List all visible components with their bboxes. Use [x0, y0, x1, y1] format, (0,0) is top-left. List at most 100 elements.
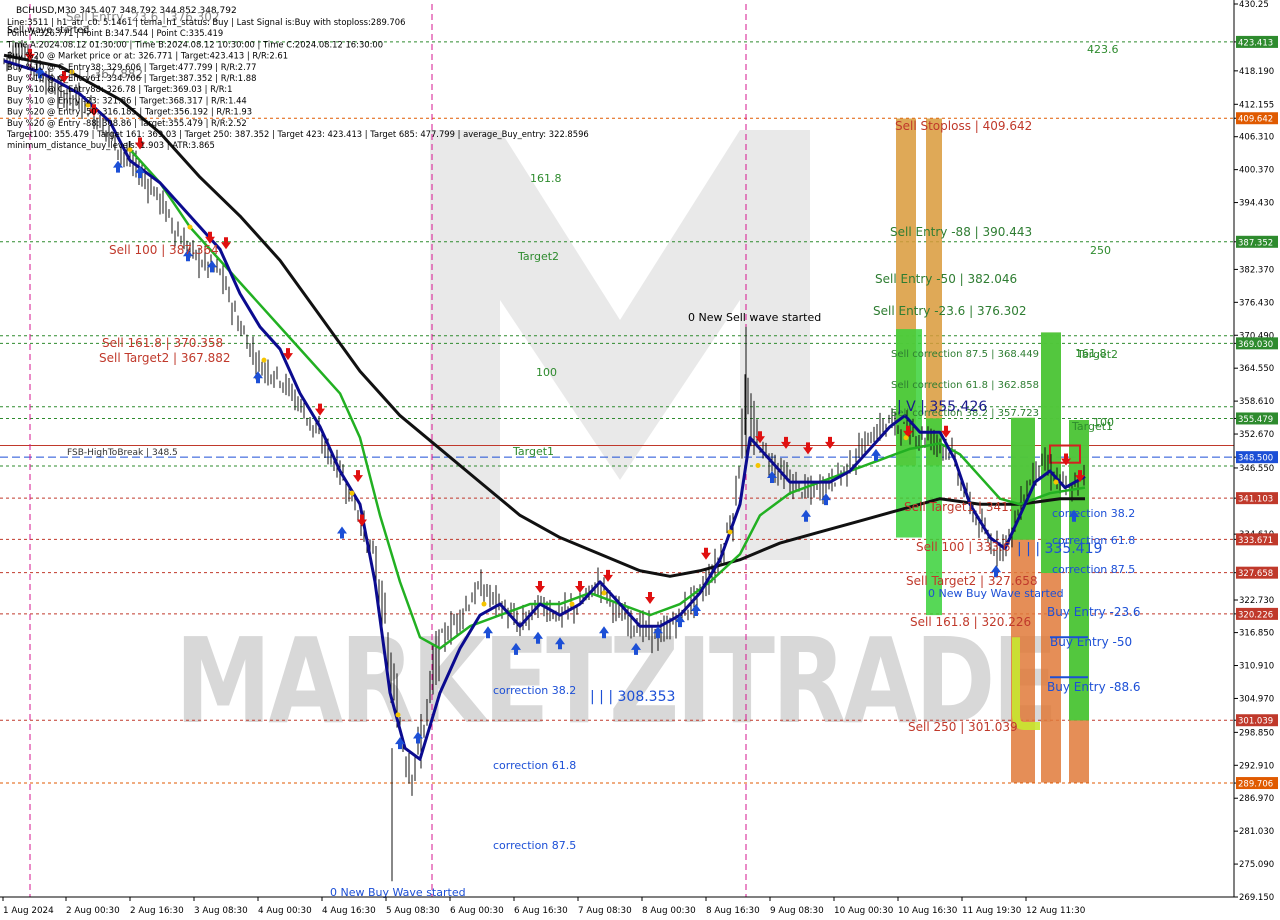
y-tick-label: 275.090 [1239, 860, 1274, 870]
y-tick-label: 298.850 [1239, 728, 1274, 738]
y-tick-label: 320.226 [1238, 610, 1273, 620]
y-tick-label: 400.370 [1239, 166, 1274, 176]
signal-dot [569, 601, 575, 607]
y-axis: 430.25 423.413 418.190 412.155 409.642 406.31… [1233, 0, 1278, 903]
level-label: 161.8 [530, 172, 562, 185]
price-chart: MARKETZITRADE 423.6161.8Target2 250100Tar… [0, 0, 1280, 920]
signal-dot [755, 462, 761, 468]
level-label: Sell Stoploss | 409.642 [895, 119, 1032, 133]
x-tick-label: 6 Aug 16:30 [514, 906, 568, 916]
y-tick-label: 355.479 [1238, 415, 1273, 425]
x-tick-label: 1 Aug 2024 [3, 906, 54, 916]
y-tick-label: 387.352 [1238, 238, 1273, 248]
level-label: correction 61.8 [1052, 534, 1135, 547]
y-tick-label: 430.25 [1239, 0, 1269, 10]
x-tick-label: 10 Aug 00:30 [834, 906, 894, 916]
level-label: | V | 355.426 [897, 399, 987, 415]
info-line: Time A:2024.08.12 01:30:00 | Time B:2024… [6, 39, 383, 49]
y-tick-label: 376.430 [1239, 298, 1274, 308]
y-tick-label: 364.550 [1239, 364, 1274, 374]
level-label: correction 87.5 [493, 839, 576, 852]
level-label: 100 [536, 366, 557, 379]
info-line: Line:3511 | h1_atr_c0: 5.1461 | tema_h1_… [7, 17, 405, 27]
level-label: Buy Entry -88.6 [1047, 680, 1141, 694]
info-line: Buy %10 @ C_Entry88: 326.78 | Target:369… [7, 84, 232, 94]
y-tick-label: 316.850 [1239, 629, 1274, 639]
y-tick-label: 322.730 [1239, 596, 1274, 606]
signal-dot [601, 590, 607, 596]
x-tick-label: 9 Aug 08:30 [770, 906, 824, 916]
level-label: | | | 308.353 [590, 689, 675, 705]
level-label: Sell 100 | 333.6 [916, 540, 1010, 554]
y-tick-label: 348.500 [1238, 454, 1273, 464]
x-tick-label: 4 Aug 16:30 [322, 906, 376, 916]
level-label: Sell 250 | 301.039 [908, 720, 1018, 734]
level-label: Target2 [517, 250, 559, 263]
y-tick-label: 358.610 [1239, 397, 1274, 407]
level-label: Sell Target2 | 367.882 [99, 351, 231, 365]
level-label: 0 New Buy Wave started [928, 587, 1064, 600]
y-tick-label: 352.670 [1239, 430, 1274, 440]
x-tick-label: 12 Aug 11:30 [1026, 906, 1086, 916]
level-label: Buy Entry -50 [1050, 635, 1132, 649]
level-label: 423.6 [1087, 43, 1119, 56]
y-tick-label: 289.706 [1238, 780, 1273, 790]
level-label: Sell 161.8 | 370.358 [102, 336, 223, 350]
x-tick-label: 2 Aug 16:30 [130, 906, 184, 916]
y-tick-label: 310.910 [1239, 662, 1274, 672]
level-label: Sell Entry -88 | 390.443 [890, 225, 1032, 239]
signal-dot [261, 357, 267, 363]
level-label: Sell 161.8 | 320.226 [910, 615, 1031, 629]
level-label: FSB-HighToBreak | 348.5 [67, 448, 178, 458]
y-tick-label: 301.039 [1238, 717, 1273, 727]
y-tick-label: 423.413 [1238, 38, 1273, 48]
x-tick-label: 6 Aug 00:30 [450, 906, 504, 916]
signal-dot [481, 601, 487, 607]
y-tick-label: 327.658 [1238, 569, 1273, 579]
info-line: Buy %10 @ C_Entry38: 329.606 | Target:47… [7, 62, 256, 72]
level-label: Sell Target2 | 327.658 [906, 574, 1038, 588]
chart-root: MARKETZITRADE 423.6 161.8 Target2 250 100 Tar… [0, 0, 1280, 920]
info-line: Target100: 355.479 | Target 161: 369.03 … [6, 129, 589, 139]
signal-dot [349, 490, 355, 496]
y-tick-label: 369.030 [1238, 340, 1273, 350]
y-tick-label: 333.671 [1238, 536, 1273, 546]
info-line: minimum_distance_buy_levels: 1.903 | ATR… [7, 140, 215, 150]
level-label: 0 New Sell wave started [688, 311, 821, 324]
x-tick-label: 8 Aug 00:30 [642, 906, 696, 916]
signal-dot [187, 224, 193, 230]
level-label: Sell Entry -23.6 | 376.302 [873, 304, 1027, 318]
signal-dot [1053, 479, 1059, 485]
signal-dot [395, 712, 401, 718]
x-tick-label: 5 Aug 08:30 [386, 906, 440, 916]
y-tick-label: 304.970 [1239, 694, 1274, 704]
level-label: correction 61.8 [493, 759, 576, 772]
signal-dot [727, 529, 733, 535]
level-label: Target2 [1076, 348, 1118, 361]
level-label: correction 87.5 [1052, 563, 1135, 576]
x-tick-label: 3 Aug 08:30 [194, 906, 248, 916]
y-tick-label: 286.970 [1239, 794, 1274, 804]
level-label: correction 38.2 [493, 684, 576, 697]
x-tick-label: 10 Aug 16:30 [898, 906, 958, 916]
info-line: Buy %20 @ Entry -50: 316.185 | Target:35… [7, 107, 252, 117]
level-label: Sell 100 | 387.364 [109, 243, 219, 257]
x-tick-label: 4 Aug 00:30 [258, 906, 312, 916]
level-label: correction 38.2 [1052, 507, 1135, 520]
level-label: Sell Target1 | 341. [904, 500, 1013, 514]
signal-dot [903, 435, 909, 441]
level-label: Sell correction 61.8 | 362.858 [891, 380, 1039, 391]
x-tick-label: 11 Aug 19:30 [962, 906, 1022, 916]
level-label: Sell Entry -50 | 382.046 [875, 272, 1017, 286]
y-tick-label: 346.550 [1239, 464, 1274, 474]
y-tick-label: 292.910 [1239, 761, 1274, 771]
y-tick-label: 412.155 [1239, 100, 1274, 110]
info-line: Point A:326.771 | Point B:347.544 | Poin… [7, 28, 223, 38]
y-tick-label: 382.370 [1239, 265, 1274, 275]
y-tick-label: 341.103 [1238, 495, 1273, 505]
y-tick-label: 406.310 [1239, 133, 1274, 143]
level-label: Target1 [512, 445, 554, 458]
x-tick-label: 7 Aug 08:30 [578, 906, 632, 916]
y-tick-label: 281.030 [1239, 827, 1274, 837]
info-line: Buy %20 @ Entry -88: 308.86 | Target:355… [7, 118, 247, 128]
